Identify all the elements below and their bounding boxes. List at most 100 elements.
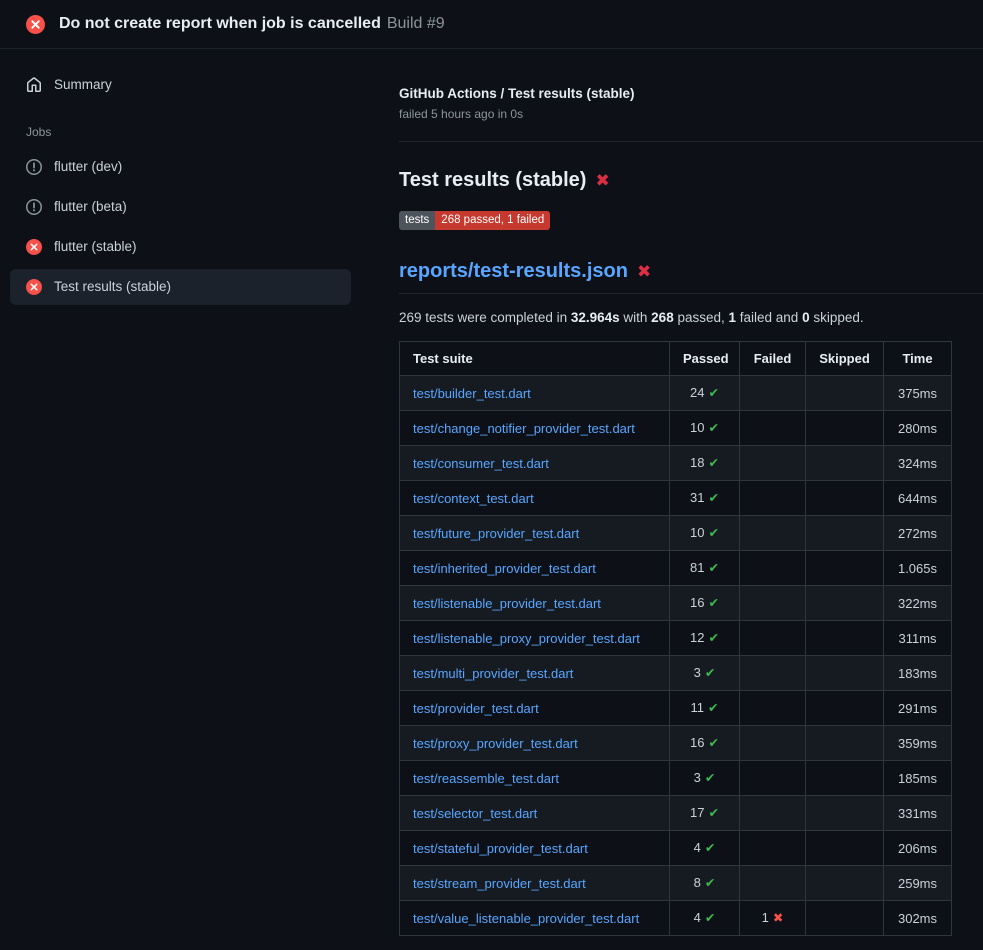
check-icon: ✔	[708, 491, 718, 505]
neutral-status-icon	[26, 199, 42, 215]
sidebar-item-summary[interactable]: Summary	[10, 67, 351, 103]
passed-cell: 4✔	[670, 831, 740, 866]
time-cell: 259ms	[884, 866, 952, 901]
suite-link[interactable]: test/builder_test.dart	[413, 386, 531, 401]
page-layout: Summary Jobs flutter (dev) flutter (beta…	[0, 49, 983, 936]
table-row: test/stateful_provider_test.dart 4✔ 206m…	[400, 831, 952, 866]
time-cell: 324ms	[884, 446, 952, 481]
suite-cell: test/context_test.dart	[400, 481, 670, 516]
skipped-cell	[806, 656, 884, 691]
check-icon: ✔	[705, 876, 715, 890]
passed-cell: 10✔	[670, 516, 740, 551]
passed-count: 17	[690, 805, 704, 820]
suite-link[interactable]: test/stream_provider_test.dart	[413, 876, 586, 891]
passed-cell: 11✔	[670, 691, 740, 726]
failed-cell	[740, 551, 806, 586]
summary-duration: 32.964s	[571, 310, 620, 325]
section-title: Test results (stable) ✖	[399, 167, 951, 193]
suite-link[interactable]: test/stateful_provider_test.dart	[413, 841, 588, 856]
suite-link[interactable]: test/listenable_provider_test.dart	[413, 596, 601, 611]
suite-link[interactable]: test/value_listenable_provider_test.dart	[413, 911, 639, 926]
suite-link[interactable]: test/reassemble_test.dart	[413, 771, 559, 786]
job-label: flutter (beta)	[54, 198, 127, 216]
column-header-test-suite: Test suite	[400, 342, 670, 376]
passed-cell: 8✔	[670, 866, 740, 901]
check-icon: ✔	[708, 596, 718, 610]
report-link[interactable]: reports/test-results.json	[399, 258, 628, 284]
time-cell: 375ms	[884, 376, 952, 411]
time-cell: 644ms	[884, 481, 952, 516]
badge-value: 268 passed, 1 failed	[435, 211, 550, 230]
suite-link[interactable]: test/provider_test.dart	[413, 701, 539, 716]
skipped-cell	[806, 376, 884, 411]
time-cell: 280ms	[884, 411, 952, 446]
check-icon: ✔	[708, 456, 718, 470]
summary-text: failed and	[736, 310, 802, 325]
passed-cell: 12✔	[670, 621, 740, 656]
skipped-cell	[806, 481, 884, 516]
suite-cell: test/change_notifier_provider_test.dart	[400, 411, 670, 446]
passed-count: 4	[694, 840, 701, 855]
suite-link[interactable]: test/proxy_provider_test.dart	[413, 736, 578, 751]
run-title-text: Do not create report when job is cancell…	[59, 15, 381, 32]
suite-link[interactable]: test/consumer_test.dart	[413, 456, 549, 471]
suite-link[interactable]: test/inherited_provider_test.dart	[413, 561, 596, 576]
suite-cell: test/future_provider_test.dart	[400, 516, 670, 551]
job-label: flutter (dev)	[54, 158, 122, 176]
skipped-cell	[806, 586, 884, 621]
badge-label: tests	[399, 211, 435, 230]
passed-count: 16	[690, 735, 704, 750]
passed-cell: 31✔	[670, 481, 740, 516]
time-cell: 1.065s	[884, 551, 952, 586]
suite-link[interactable]: test/selector_test.dart	[413, 806, 537, 821]
skipped-cell	[806, 551, 884, 586]
suite-cell: test/proxy_provider_test.dart	[400, 726, 670, 761]
time-cell: 272ms	[884, 516, 952, 551]
failed-cell	[740, 656, 806, 691]
failed-cell	[740, 481, 806, 516]
time-cell: 311ms	[884, 621, 952, 656]
check-icon: ✔	[708, 561, 718, 575]
test-results-table: Test suitePassedFailedSkippedTime test/b…	[399, 341, 952, 936]
passed-count: 3	[694, 770, 701, 785]
sidebar-job-item[interactable]: Test results (stable)	[10, 269, 351, 305]
suite-cell: test/multi_provider_test.dart	[400, 656, 670, 691]
passed-cell: 16✔	[670, 586, 740, 621]
skipped-cell	[806, 901, 884, 936]
table-row: test/consumer_test.dart 18 ✔ 324ms	[400, 446, 952, 481]
table-row: test/proxy_provider_test.dart 16✔ 359ms	[400, 726, 952, 761]
suite-cell: test/inherited_provider_test.dart	[400, 551, 670, 586]
skipped-cell	[806, 796, 884, 831]
suite-cell: test/listenable_proxy_provider_test.dart	[400, 621, 670, 656]
passed-cell: 3✔	[670, 656, 740, 691]
test-table-body: test/builder_test.dart 24 ✔ 375ms test/ch…	[400, 376, 952, 936]
failed-cross-icon: ✖	[637, 263, 651, 280]
passed-count: 3	[694, 665, 701, 680]
sidebar-job-item[interactable]: flutter (stable)	[10, 229, 351, 265]
suite-cell: test/builder_test.dart	[400, 376, 670, 411]
passed-count: 12	[690, 630, 704, 645]
failed-status-icon	[26, 279, 42, 295]
suite-link[interactable]: test/context_test.dart	[413, 491, 534, 506]
suite-link[interactable]: test/change_notifier_provider_test.dart	[413, 421, 635, 436]
passed-count: 24	[690, 385, 704, 400]
failed-cell	[740, 411, 806, 446]
page-header: Do not create report when job is cancell…	[0, 0, 983, 49]
sidebar-job-item[interactable]: flutter (beta)	[10, 189, 351, 225]
failed-count: 1	[762, 910, 769, 925]
suite-link[interactable]: test/future_provider_test.dart	[413, 526, 579, 541]
table-row: test/inherited_provider_test.dart 81✔ 1.…	[400, 551, 952, 586]
suite-link[interactable]: test/listenable_proxy_provider_test.dart	[413, 631, 640, 646]
suite-link[interactable]: test/multi_provider_test.dart	[413, 666, 573, 681]
check-icon: ✔	[708, 701, 718, 715]
skipped-cell	[806, 726, 884, 761]
skipped-cell	[806, 761, 884, 796]
table-header-row: Test suitePassedFailedSkippedTime	[400, 342, 952, 376]
table-row: test/listenable_proxy_provider_test.dart…	[400, 621, 952, 656]
failed-cell	[740, 516, 806, 551]
passed-cell: 81✔	[670, 551, 740, 586]
summary-text: 269 tests were completed in	[399, 310, 571, 325]
time-cell: 331ms	[884, 796, 952, 831]
passed-count: 18	[690, 455, 704, 470]
sidebar-job-item[interactable]: flutter (dev)	[10, 149, 351, 185]
